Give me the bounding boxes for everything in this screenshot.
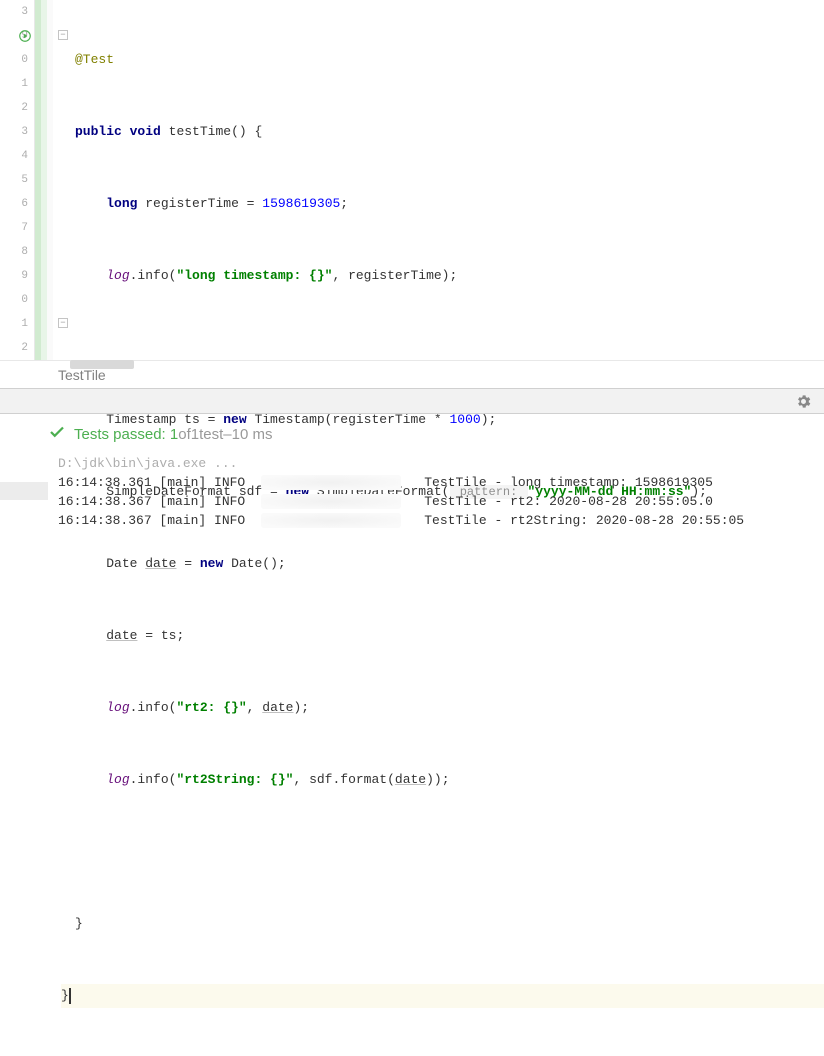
redacted-text — [261, 494, 401, 509]
code-line: Date date = new Date(); — [75, 552, 824, 576]
tests-total-count: 1 — [191, 426, 199, 443]
caret — [69, 988, 71, 1004]
code-line: } — [75, 912, 824, 936]
code-line — [75, 336, 824, 360]
fold-column[interactable] — [57, 0, 71, 360]
gear-icon[interactable] — [795, 393, 812, 414]
run-test-icon[interactable] — [18, 28, 32, 52]
console-gutter-block — [0, 482, 48, 500]
console-log-line: 16:14:38.367 [main] INFO TestTile - rt2:… — [58, 492, 824, 511]
redacted-text — [261, 475, 401, 490]
tests-passed-count: 1 — [170, 426, 178, 443]
code-line: log.info("long timestamp: {}", registerT… — [75, 264, 824, 288]
code-line: public void testTime() { — [75, 120, 824, 144]
console-log-line: 16:14:38.361 [main] INFO TestTile - long… — [58, 473, 824, 492]
code-line: long registerTime = 1598619305; — [75, 192, 824, 216]
code-line: log.info("rt2String: {}", sdf.format(dat… — [75, 768, 824, 792]
tests-duration: 10 ms — [232, 426, 273, 443]
code-line: log.info("rt2: {}", date); — [75, 696, 824, 720]
check-icon — [48, 423, 66, 445]
change-marker-stripes — [35, 0, 57, 360]
code-editor[interactable]: 3 9 0 1 2 3 4 5 6 7 8 9 0 1 2 @Test publ… — [0, 0, 824, 360]
fold-toggle-icon[interactable] — [58, 318, 68, 328]
console-log-line: 16:14:38.367 [main] INFO TestTile - rt2S… — [58, 511, 824, 530]
breadcrumb-item[interactable]: TestTile — [58, 367, 106, 383]
code-line-current: } — [61, 984, 824, 1008]
fold-toggle-icon[interactable] — [58, 30, 68, 40]
code-line: date = ts; — [75, 624, 824, 648]
code-line: @Test — [75, 48, 824, 72]
redacted-text — [261, 513, 401, 528]
line-number-gutter: 3 9 0 1 2 3 4 5 6 7 8 9 0 1 2 — [0, 0, 35, 360]
tests-passed-label: Tests passed: — [74, 426, 166, 443]
code-content[interactable]: @Test public void testTime() { long regi… — [71, 0, 824, 360]
horizontal-scrollbar-thumb[interactable] — [70, 360, 134, 369]
code-line — [75, 840, 824, 864]
panel-toolbar — [0, 388, 824, 414]
